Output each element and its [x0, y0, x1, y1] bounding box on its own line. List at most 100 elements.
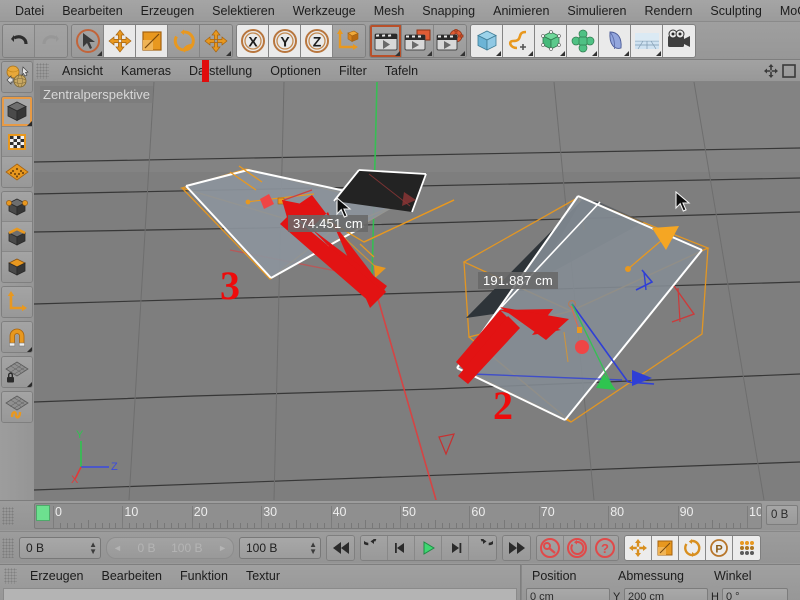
- submenu-indicator[interactable]: [27, 121, 32, 126]
- workplane-lock-button[interactable]: [2, 357, 32, 387]
- submenu-indicator[interactable]: [226, 51, 231, 56]
- panel-grip-icon[interactable]: [4, 568, 17, 584]
- menu-item-sculpting[interactable]: Sculpting: [701, 2, 770, 20]
- viewport-menu-optionen[interactable]: Optionen: [261, 62, 330, 80]
- environment-button[interactable]: [631, 25, 663, 57]
- current-frame-marker[interactable]: [36, 505, 50, 521]
- move-tool-button-2[interactable]: [200, 25, 232, 57]
- autokey-button[interactable]: [564, 536, 591, 560]
- viewport-menu-filter[interactable]: Filter: [330, 62, 376, 80]
- keyframe-selection-button[interactable]: ?: [591, 536, 618, 560]
- spline-pen-button[interactable]: [503, 25, 535, 57]
- menu-item-rendern[interactable]: Rendern: [635, 2, 701, 20]
- step-back-button[interactable]: [388, 536, 415, 560]
- menu-item-datei[interactable]: Datei: [6, 2, 53, 20]
- parameter-key-button[interactable]: P: [706, 536, 733, 560]
- magnet-button[interactable]: [2, 322, 32, 352]
- axis-mode-button[interactable]: [2, 287, 32, 317]
- animation-end-field[interactable]: 100 B ▲▼: [239, 537, 321, 559]
- menu-item-animieren[interactable]: Animieren: [484, 2, 558, 20]
- workplane-button[interactable]: [2, 392, 32, 422]
- render-to-picture-viewer-button[interactable]: [402, 25, 434, 57]
- scale-key-button[interactable]: [652, 536, 679, 560]
- submenu-indicator[interactable]: [395, 51, 400, 56]
- go-to-start-button[interactable]: [327, 536, 354, 560]
- panel-grip-icon[interactable]: [2, 538, 14, 558]
- submenu-indicator[interactable]: [496, 51, 501, 56]
- world-coordinates-button[interactable]: [333, 25, 365, 57]
- spinner-icon[interactable]: ▲▼: [309, 541, 317, 555]
- submenu-indicator[interactable]: [656, 51, 661, 56]
- model-mode-button[interactable]: [2, 97, 32, 127]
- material-menu-textur[interactable]: Textur: [237, 567, 289, 585]
- viewport-menu-ansicht[interactable]: Ansicht: [53, 62, 112, 80]
- size-y-field[interactable]: 200 cm: [624, 588, 708, 600]
- redo-button[interactable]: [35, 25, 67, 57]
- deformer-button[interactable]: [599, 25, 631, 57]
- submenu-indicator[interactable]: [460, 51, 465, 56]
- array-button[interactable]: [567, 25, 599, 57]
- next-key-button[interactable]: [469, 536, 496, 560]
- camera-button[interactable]: [663, 25, 695, 57]
- animation-start-field[interactable]: 0 B ▲▼: [19, 537, 101, 559]
- timeline-ruler[interactable]: 0102030405060708090100: [34, 503, 762, 529]
- edges-mode-button[interactable]: [2, 222, 32, 252]
- submenu-indicator[interactable]: [427, 51, 432, 56]
- cube-primitive-button[interactable]: [471, 25, 503, 57]
- submenu-indicator[interactable]: [592, 51, 597, 56]
- y-axis-lock-button[interactable]: Y: [269, 25, 301, 57]
- maximize-panel-icon[interactable]: [782, 64, 796, 78]
- menu-item-simulieren[interactable]: Simulieren: [558, 2, 635, 20]
- material-manager-body[interactable]: [3, 588, 517, 600]
- pla-key-button[interactable]: [733, 536, 760, 560]
- deformed-points-button[interactable]: [2, 157, 32, 187]
- spinner-icon[interactable]: ▲▼: [89, 541, 97, 555]
- viewport-3d-canvas[interactable]: Zentralperspektive Y Z X: [34, 82, 800, 500]
- material-menu-erzeugen[interactable]: Erzeugen: [21, 567, 93, 585]
- render-view-button[interactable]: [370, 25, 402, 57]
- submenu-indicator[interactable]: [560, 51, 565, 56]
- move-panel-icon[interactable]: [764, 64, 778, 78]
- points-mode-button[interactable]: [2, 192, 32, 222]
- previous-key-button[interactable]: [361, 536, 388, 560]
- menu-item-snapping[interactable]: Snapping: [413, 2, 484, 20]
- live-selection-button[interactable]: [72, 25, 104, 57]
- polygons-mode-button[interactable]: [2, 252, 32, 282]
- rotation-h-field[interactable]: 0 °: [722, 588, 788, 600]
- render-settings-button[interactable]: [434, 25, 466, 57]
- menu-item-mesh[interactable]: Mesh: [365, 2, 414, 20]
- menu-item-selektieren[interactable]: Selektieren: [203, 2, 284, 20]
- submenu-indicator[interactable]: [624, 51, 629, 56]
- submenu-indicator[interactable]: [27, 347, 32, 352]
- move-tool-button[interactable]: [104, 25, 136, 57]
- nurbs-button[interactable]: [535, 25, 567, 57]
- texture-tools-button[interactable]: [2, 62, 32, 92]
- viewport-panel[interactable]: Ansicht Kameras Darstellung Optionen Fil…: [34, 60, 800, 500]
- rotate-tool-button[interactable]: [168, 25, 200, 57]
- menu-item-erzeugen[interactable]: Erzeugen: [132, 2, 204, 20]
- panel-grip-icon[interactable]: [36, 63, 49, 79]
- step-forward-button[interactable]: [442, 536, 469, 560]
- timeline-end-field[interactable]: 0 B: [766, 505, 798, 525]
- range-left-arrow-icon[interactable]: ◄: [113, 543, 122, 553]
- go-to-end-button[interactable]: [503, 536, 530, 560]
- position-key-button[interactable]: [625, 536, 652, 560]
- texture-mode-button[interactable]: [2, 127, 32, 157]
- submenu-indicator[interactable]: [528, 51, 533, 56]
- viewport-menu-kameras[interactable]: Kameras: [112, 62, 180, 80]
- menu-item-bearbeiten[interactable]: Bearbeiten: [53, 2, 131, 20]
- material-menu-funktion[interactable]: Funktion: [171, 567, 237, 585]
- menu-item-werkzeuge[interactable]: Werkzeuge: [284, 2, 365, 20]
- scale-tool-button[interactable]: [136, 25, 168, 57]
- menu-item-mograph[interactable]: MoGraph: [771, 2, 800, 20]
- panel-grip-icon[interactable]: [2, 507, 14, 525]
- submenu-indicator[interactable]: [27, 382, 32, 387]
- position-x-field[interactable]: 0 cm: [526, 588, 610, 600]
- viewport-menu-darstellung[interactable]: Darstellung: [180, 62, 261, 80]
- undo-button[interactable]: [3, 25, 35, 57]
- x-axis-lock-button[interactable]: X: [237, 25, 269, 57]
- material-menu-bearbeiten[interactable]: Bearbeiten: [93, 567, 171, 585]
- play-button[interactable]: [415, 536, 442, 560]
- record-key-button[interactable]: [537, 536, 564, 560]
- submenu-indicator[interactable]: [97, 51, 102, 56]
